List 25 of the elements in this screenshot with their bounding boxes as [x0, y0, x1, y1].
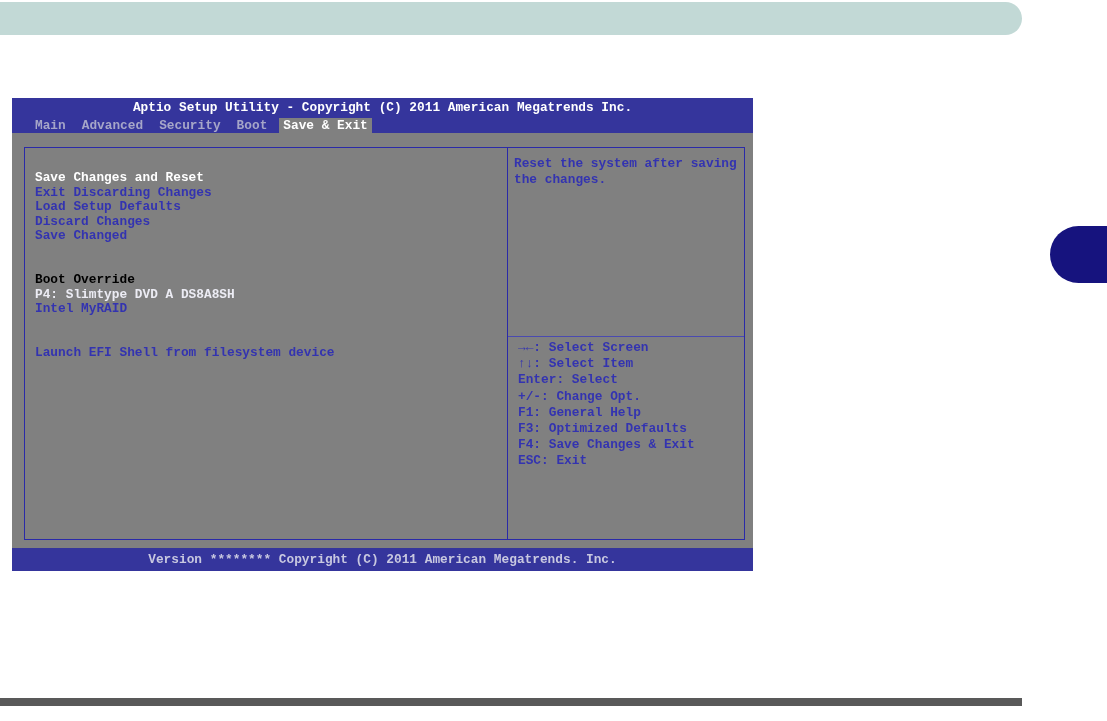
menu-item[interactable]: Intel MyRAID [35, 302, 128, 317]
menu-item[interactable]: Save Changed [35, 229, 128, 244]
menu-item[interactable]: Exit Discarding Changes [35, 185, 212, 201]
menu-item[interactable]: Launch EFI Shell from filesystem device [35, 345, 335, 361]
menu-tab[interactable]: Advanced [77, 118, 148, 133]
key-hint: F4: Save Changes & Exit [518, 437, 696, 454]
key-hint: Enter: Select [518, 372, 619, 389]
menu-tab[interactable]: Main [31, 118, 70, 133]
key-hint: ESC: Exit [518, 453, 589, 470]
menu-tab[interactable]: Boot [232, 118, 272, 133]
menu-item[interactable]: Save Changes and Reset [35, 171, 204, 186]
bios-title: Aptio Setup Utility - Copyright (C) 2011 American Megatrends Inc. [12, 98, 753, 118]
menu-item[interactable]: Discard Changes [35, 214, 151, 230]
bios-footer: Version ******** Copyright (C) 2011 American Megatrends. Inc. [12, 548, 753, 571]
key-hint: ↑↓: Select Item [518, 356, 635, 373]
menu-tab[interactable]: Save & Exit [279, 118, 372, 133]
help-text: Reset the system after saving the changes. [508, 148, 744, 337]
menu-item[interactable]: Boot Override [35, 272, 135, 288]
key-hint: +/-: Change Opt. [518, 388, 642, 405]
menu-item[interactable]: P4: Slimtype DVD A DS8A8SH [35, 287, 235, 303]
key-hint: F1: General Help [518, 404, 642, 421]
menu-tab[interactable]: Security [155, 118, 225, 133]
key-hint: F3: Optimized Defaults [518, 421, 688, 438]
key-hint: →←: Select Screen [518, 340, 650, 357]
menu-item[interactable]: Load Setup Defaults [35, 200, 181, 215]
